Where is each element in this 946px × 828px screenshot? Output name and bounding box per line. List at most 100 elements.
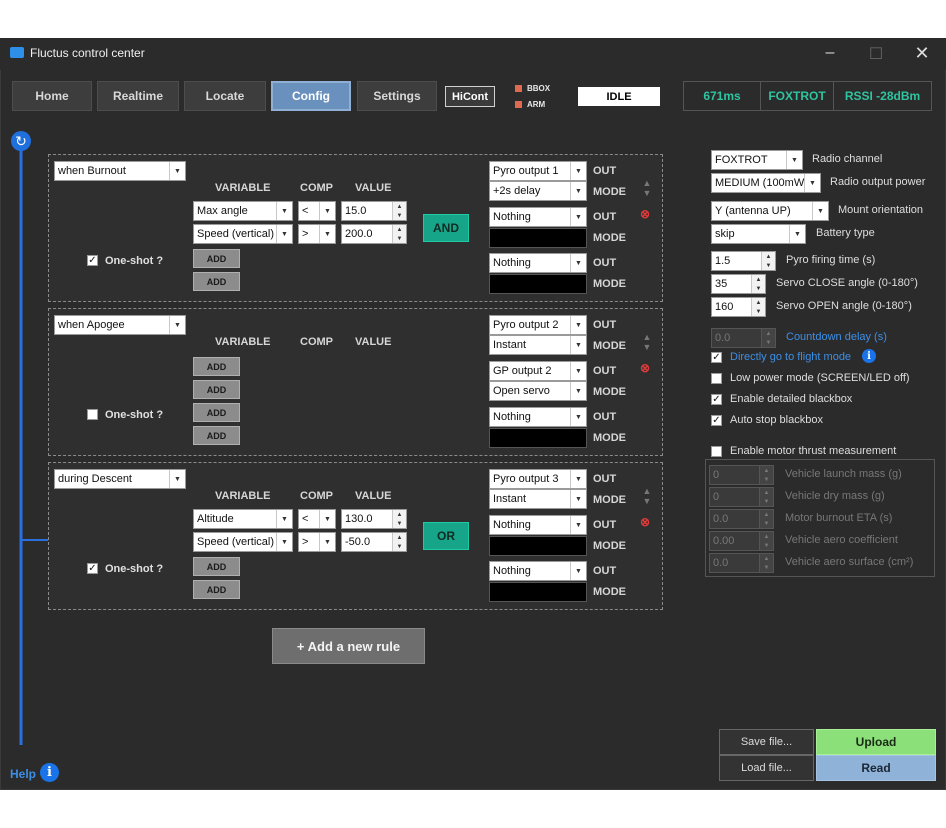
rule-3-mode-2-empty[interactable] <box>489 536 587 556</box>
rule-2-add-button-3[interactable]: ADD <box>193 403 240 422</box>
rule-1-mode-2-empty[interactable] <box>489 228 587 248</box>
rule-1-cond-2-variable[interactable]: Speed (vertical) ▼ <box>193 224 293 244</box>
radio-power-select[interactable]: MEDIUM (100mW) ▼ <box>711 173 821 193</box>
rule-1-out-2-select[interactable]: Nothing ▼ <box>489 207 587 227</box>
rule-1-mode-1-select[interactable]: +2s delay ▼ <box>489 181 587 201</box>
load-file-button[interactable]: Load file... <box>719 755 814 781</box>
tab-settings[interactable]: Settings <box>357 81 437 111</box>
rule-3-out-1-select[interactable]: Pyro output 3 ▼ <box>489 469 587 489</box>
delete-rule-icon[interactable]: ⊗ <box>640 361 650 375</box>
rule-2-out-3-select[interactable]: Nothing ▼ <box>489 407 587 427</box>
rule-3-cond-1-value[interactable]: 130.0 ▲ ▼ <box>341 509 407 529</box>
save-file-button[interactable]: Save file... <box>719 729 814 755</box>
rule-1-out-3-select[interactable]: Nothing ▼ <box>489 253 587 273</box>
dry-mass-input[interactable]: 0 ▲ ▼ <box>709 487 774 507</box>
rule-1-cond-2-comp[interactable]: > ▼ <box>298 224 336 244</box>
spinner-arrows-icon[interactable]: ▲ ▼ <box>751 298 765 316</box>
pyro-time-input[interactable]: 1.5 ▲ ▼ <box>711 251 776 271</box>
aero-coef-input[interactable]: 0.00 ▲ ▼ <box>709 531 774 551</box>
radio-channel-select[interactable]: FOXTROT ▼ <box>711 150 803 170</box>
battery-type-select[interactable]: skip ▼ <box>711 224 806 244</box>
mount-orientation-select[interactable]: Y (antenna UP) ▼ <box>711 201 829 221</box>
spinner-arrows-icon[interactable]: ▲ ▼ <box>759 466 773 484</box>
tab-realtime[interactable]: Realtime <box>97 81 179 111</box>
rule-3-cond-2-variable[interactable]: Speed (vertical) ▼ <box>193 532 293 552</box>
rule-2-mode-2-select[interactable]: Open servo ▼ <box>489 381 587 401</box>
auto-stop-checkbox[interactable]: ✓ <box>711 415 722 426</box>
spinner-arrows-icon[interactable]: ▲ ▼ <box>761 329 775 347</box>
upload-button[interactable]: Upload <box>816 729 936 755</box>
rule-1-gate-and[interactable]: AND <box>423 214 469 242</box>
rule-3-cond-1-variable[interactable]: Altitude ▼ <box>193 509 293 529</box>
spinner-arrows-icon[interactable]: ▲ ▼ <box>751 275 765 293</box>
rule-1-cond-1-variable[interactable]: Max angle ▼ <box>193 201 293 221</box>
spinner-arrows-icon[interactable]: ▲ ▼ <box>759 532 773 550</box>
thrust-checkbox[interactable] <box>711 446 722 457</box>
spinner-arrows-icon[interactable]: ▲ ▼ <box>759 488 773 506</box>
help-label[interactable]: Help <box>10 767 36 781</box>
move-rule-updown-icon[interactable]: ▲ ▼ <box>641 486 653 506</box>
spinner-arrows-icon[interactable]: ▲ ▼ <box>392 225 406 243</box>
rule-2-out-1-select[interactable]: Pyro output 2 ▼ <box>489 315 587 335</box>
rule-2-add-button-2[interactable]: ADD <box>193 380 240 399</box>
rule-2-out-2-select[interactable]: GP output 2 ▼ <box>489 361 587 381</box>
rule-2-add-button-1[interactable]: ADD <box>193 357 240 376</box>
refresh-icon[interactable]: ↻ <box>11 131 31 151</box>
rule-3-trigger-select[interactable]: during Descent ▼ <box>54 469 186 489</box>
rule-3-add-button-2[interactable]: ADD <box>193 580 240 599</box>
rule-1-oneshot-checkbox[interactable]: ✓ <box>87 255 98 266</box>
info-icon[interactable]: i <box>862 349 876 363</box>
read-button[interactable]: Read <box>816 755 936 781</box>
help-info-icon[interactable]: i <box>40 763 59 782</box>
servo-open-input[interactable]: 160 ▲ ▼ <box>711 297 766 317</box>
close-icon[interactable]: ✕ <box>910 43 934 64</box>
countdown-input[interactable]: 0.0 ▲ ▼ <box>711 328 776 348</box>
tab-config[interactable]: Config <box>271 81 351 111</box>
rule-3-out-3-select[interactable]: Nothing ▼ <box>489 561 587 581</box>
rule-1-add-button-2[interactable]: ADD <box>193 272 240 291</box>
rule-3-cond-2-value[interactable]: -50.0 ▲ ▼ <box>341 532 407 552</box>
minimize-icon[interactable]: – <box>818 44 842 62</box>
rule-2-oneshot-checkbox[interactable] <box>87 409 98 420</box>
spinner-arrows-icon[interactable]: ▲ ▼ <box>392 510 406 528</box>
rule-1-add-button-1[interactable]: ADD <box>193 249 240 268</box>
burnout-eta-input[interactable]: 0.0 ▲ ▼ <box>709 509 774 529</box>
rule-3-mode-3-empty[interactable] <box>489 582 587 602</box>
rule-1-trigger-select[interactable]: when Burnout ▼ <box>54 161 186 181</box>
rule-3-mode-1-select[interactable]: Instant ▼ <box>489 489 587 509</box>
maximize-icon[interactable]: ☐ <box>864 44 888 64</box>
rule-3-cond-1-comp[interactable]: < ▼ <box>298 509 336 529</box>
spinner-arrows-icon[interactable]: ▲ ▼ <box>759 554 773 572</box>
rule-2-trigger-select[interactable]: when Apogee ▼ <box>54 315 186 335</box>
move-rule-updown-icon[interactable]: ▲ ▼ <box>641 332 653 352</box>
spinner-arrows-icon[interactable]: ▲ ▼ <box>761 252 775 270</box>
rule-3-out-2-select[interactable]: Nothing ▼ <box>489 515 587 535</box>
rule-1-mode-3-empty[interactable] <box>489 274 587 294</box>
spinner-arrows-icon[interactable]: ▲ ▼ <box>392 202 406 220</box>
rule-3-oneshot-checkbox[interactable]: ✓ <box>87 563 98 574</box>
delete-rule-icon[interactable]: ⊗ <box>640 207 650 221</box>
spinner-arrows-icon[interactable]: ▲ ▼ <box>392 533 406 551</box>
detailed-blackbox-checkbox[interactable]: ✓ <box>711 394 722 405</box>
rule-3-gate-or[interactable]: OR <box>423 522 469 550</box>
tab-home[interactable]: Home <box>12 81 92 111</box>
rule-2-mode-1-select[interactable]: Instant ▼ <box>489 335 587 355</box>
rule-2-add-button-4[interactable]: ADD <box>193 426 240 445</box>
servo-close-input[interactable]: 35 ▲ ▼ <box>711 274 766 294</box>
aero-surface-input[interactable]: 0.0 ▲ ▼ <box>709 553 774 573</box>
spinner-arrows-icon[interactable]: ▲ ▼ <box>759 510 773 528</box>
flight-mode-checkbox[interactable]: ✓ <box>711 352 722 363</box>
rule-3-add-button-1[interactable]: ADD <box>193 557 240 576</box>
rule-3-cond-2-comp[interactable]: > ▼ <box>298 532 336 552</box>
rule-2-mode-3-empty[interactable] <box>489 428 587 448</box>
hicont-button[interactable]: HiCont <box>445 86 495 107</box>
launch-mass-input[interactable]: 0 ▲ ▼ <box>709 465 774 485</box>
low-power-checkbox[interactable] <box>711 373 722 384</box>
move-rule-updown-icon[interactable]: ▲ ▼ <box>641 178 653 198</box>
rule-1-out-1-select[interactable]: Pyro output 1 ▼ <box>489 161 587 181</box>
rule-1-cond-1-value[interactable]: 15.0 ▲ ▼ <box>341 201 407 221</box>
rule-1-cond-1-comp[interactable]: < ▼ <box>298 201 336 221</box>
delete-rule-icon[interactable]: ⊗ <box>640 515 650 529</box>
rule-1-cond-2-value[interactable]: 200.0 ▲ ▼ <box>341 224 407 244</box>
add-rule-button[interactable]: + Add a new rule <box>272 628 425 664</box>
